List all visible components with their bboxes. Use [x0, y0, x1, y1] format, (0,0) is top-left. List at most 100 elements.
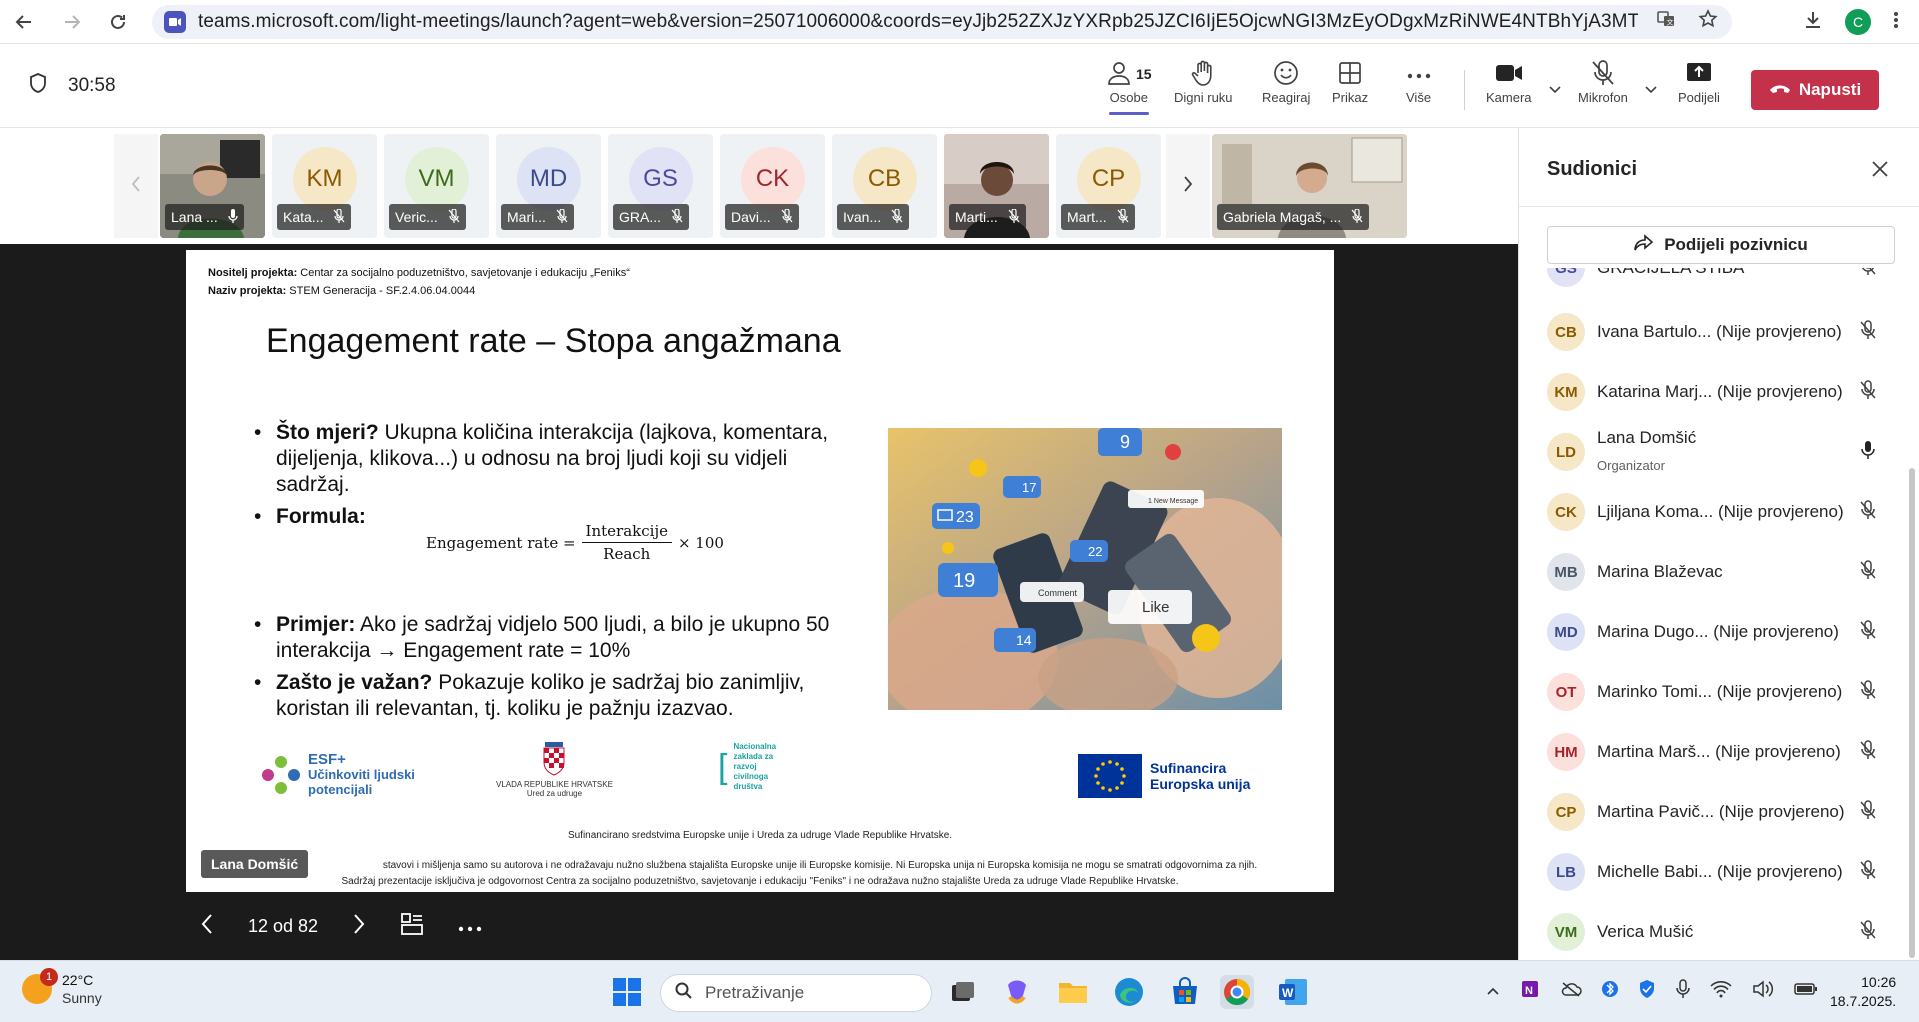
windows-start-icon[interactable]: [612, 977, 642, 1012]
share-invite-button[interactable]: Podijeli pozivnicu: [1547, 226, 1895, 264]
shared-content-stage: Nositelj projekta: Centar za socijalno p…: [0, 244, 1518, 960]
system-clock[interactable]: 10:26 18.7.2025.: [1830, 973, 1896, 1011]
zaklada-bracket-mark: [: [718, 747, 728, 786]
camera-options-chevron-icon[interactable]: [1548, 82, 1562, 100]
copilot-icon[interactable]: [1000, 975, 1034, 1009]
volume-icon[interactable]: [1752, 980, 1774, 1003]
mic-off-icon: [1117, 207, 1129, 226]
people-button[interactable]: 15 Osobe: [1106, 58, 1152, 115]
close-icon[interactable]: [1871, 158, 1889, 184]
participant-row[interactable]: OT Marinko Tomi... (Nije provjereno): [1519, 662, 1909, 722]
slide-overview-icon[interactable]: [400, 912, 424, 941]
camera-button[interactable]: Kamera: [1486, 58, 1532, 105]
taskbar-search[interactable]: Pretraživanje: [660, 974, 932, 1012]
strip-next-button[interactable]: [1166, 134, 1210, 238]
video-tile-md[interactable]: MD Mari...: [496, 134, 601, 238]
participant-row[interactable]: LB Michelle Babi... (Nije provjereno): [1519, 842, 1909, 902]
chrome-menu-icon[interactable]: [1893, 10, 1899, 35]
participant-row[interactable]: LD Lana Domšić Organizator: [1519, 422, 1909, 482]
phone-hangup-icon: [1769, 80, 1791, 100]
word-icon[interactable]: W: [1276, 975, 1310, 1009]
bluetooth-icon[interactable]: [1602, 979, 1618, 1004]
shield-icon[interactable]: [28, 72, 48, 100]
chrome-icon[interactable]: [1220, 975, 1254, 1009]
video-strip: Lana ... KM Kata... VM Veric... MD Mari.…: [0, 128, 1518, 244]
leave-button[interactable]: Napusti: [1751, 70, 1879, 110]
participant-row[interactable]: VM Verica Mušić: [1519, 902, 1909, 958]
task-view-icon[interactable]: [944, 975, 978, 1009]
avatar: CK: [740, 147, 805, 211]
participant-name: Katarina Marj... (Nije provjereno): [1597, 382, 1843, 401]
bookmark-star-icon[interactable]: [1698, 9, 1718, 34]
more-button[interactable]: Više: [1406, 58, 1431, 105]
prev-slide-button[interactable]: [200, 913, 214, 940]
video-tile-gs[interactable]: GS GRA...: [608, 134, 713, 238]
slide-more-icon[interactable]: [458, 916, 482, 937]
edge-icon[interactable]: [1112, 975, 1146, 1009]
avatar: OT: [1547, 673, 1585, 711]
chevron-up-icon[interactable]: [1486, 983, 1500, 1001]
video-tile-lana[interactable]: Lana ...: [160, 134, 265, 238]
microphone-tray-icon[interactable]: [1676, 979, 1690, 1004]
tile-label: Kata...: [277, 204, 352, 230]
participants-panel: Sudionici Podijeli pozivnicu GS GRACIJEL…: [1518, 128, 1919, 960]
participant-row[interactable]: MB Marina Blaževac: [1519, 542, 1909, 602]
mic-off-icon: [1859, 379, 1877, 405]
more-dots-icon: [1407, 67, 1431, 82]
hand-icon: [1190, 59, 1216, 90]
video-tile-marti[interactable]: Marti...: [944, 134, 1049, 238]
tile-label: Mari...: [501, 204, 574, 230]
slide-bullets: • Što mjeri? Ukupna količina interakcija…: [254, 420, 854, 728]
participant-row[interactable]: HM Martina Marš... (Nije provjereno): [1519, 722, 1909, 782]
mic-off-icon: [1859, 319, 1877, 345]
onenote-icon[interactable]: N: [1520, 979, 1540, 1004]
video-tile-cp[interactable]: CP Mart...: [1056, 134, 1161, 238]
defender-icon[interactable]: [1638, 979, 1656, 1004]
participant-row[interactable]: CP Martina Pavič... (Nije provjereno): [1519, 782, 1909, 842]
participant-list-scrollbar[interactable]: [1909, 468, 1915, 958]
mic-options-chevron-icon[interactable]: [1644, 82, 1658, 100]
cloud-sync-icon[interactable]: [1560, 981, 1582, 1002]
video-tile-km[interactable]: KM Kata...: [272, 134, 377, 238]
react-button[interactable]: Reagiraj: [1262, 58, 1310, 105]
microsoft-store-icon[interactable]: [1168, 975, 1202, 1009]
share-invite-label: Podijeli pozivnicu: [1664, 235, 1808, 254]
formula-fraction: Interakcije Reach: [581, 522, 672, 563]
share-button[interactable]: Podijeli: [1678, 58, 1720, 105]
participant-row[interactable]: KM Katarina Marj... (Nije provjereno): [1519, 362, 1909, 422]
participant-row[interactable]: CK Ljiljana Koma... (Nije provjereno): [1519, 482, 1909, 542]
participant-name: Marina Dugo... (Nije provjereno): [1597, 622, 1839, 641]
svg-text:W: W: [1282, 986, 1294, 1000]
participant-row[interactable]: CB Ivana Bartulo... (Nije provjereno): [1519, 302, 1909, 362]
mic-off-icon: [1008, 207, 1020, 226]
video-tile-gabriela[interactable]: Gabriela Magaš, ...: [1212, 134, 1407, 238]
video-tile-vm[interactable]: VM Veric...: [384, 134, 489, 238]
strip-prev-button[interactable]: [114, 134, 158, 238]
panel-title: Sudionici: [1547, 158, 1637, 180]
participant-row[interactable]: MD Marina Dugo... (Nije provjereno): [1519, 602, 1909, 662]
battery-icon[interactable]: [1794, 982, 1818, 1001]
download-icon[interactable]: [1803, 10, 1823, 35]
mic-off-icon: [1859, 499, 1877, 525]
raise-hand-button[interactable]: Digni ruku: [1174, 58, 1233, 105]
back-icon[interactable]: [4, 2, 44, 42]
profile-avatar[interactable]: C: [1845, 9, 1871, 35]
translate-icon[interactable]: 文: [1656, 9, 1676, 34]
next-slide-button[interactable]: [352, 913, 366, 940]
weather-widget[interactable]: 1 22°C Sunny: [22, 968, 102, 1007]
file-explorer-icon[interactable]: [1056, 975, 1090, 1009]
user-bubble-9: 9: [1098, 428, 1142, 456]
microphone-button[interactable]: Mikrofon: [1578, 58, 1628, 105]
wifi-icon[interactable]: [1710, 980, 1732, 1003]
video-tile-cb[interactable]: CB Ivan...: [832, 134, 937, 238]
reload-icon[interactable]: [98, 2, 138, 42]
toolbar-divider: [1464, 70, 1465, 110]
mic-on-icon: [1859, 440, 1877, 465]
address-bar[interactable]: teams.microsoft.com/light-meetings/launc…: [152, 5, 1732, 39]
participant-row[interactable]: GS GRACIJELA STIBA: [1519, 268, 1909, 298]
sun-icon: 1: [22, 968, 58, 1004]
view-button[interactable]: Prikaz: [1332, 58, 1368, 105]
mic-on-icon: [228, 208, 238, 226]
video-tile-ck[interactable]: CK Davi...: [720, 134, 825, 238]
forward-icon[interactable]: [52, 2, 92, 42]
